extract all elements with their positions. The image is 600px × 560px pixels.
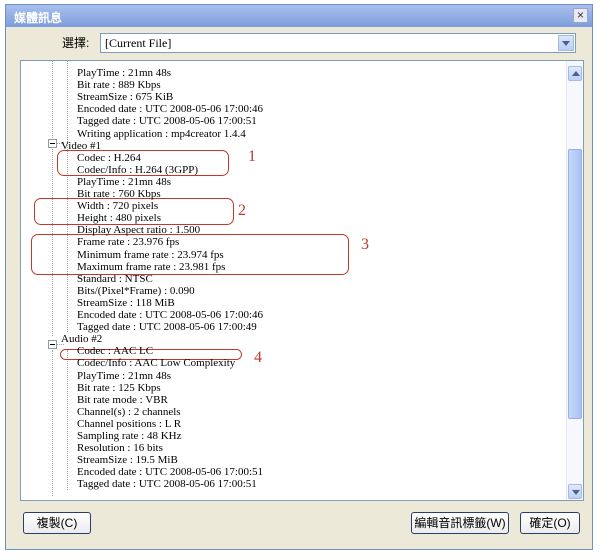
file-selector-value: [Current File]: [105, 36, 172, 50]
tree-row: Tagged date : UTC 2008-05-06 17:00:51: [77, 478, 257, 490]
tree-row: Bit rate : 125 Kbps: [77, 382, 161, 394]
tree-row: Encoded date : UTC 2008-05-06 17:00:46: [77, 103, 264, 115]
tree-row: StreamSize : 675 KiB: [77, 91, 174, 103]
tree-row: Codec/Info : AAC Low Complexity: [77, 357, 236, 369]
vertical-scrollbar[interactable]: [566, 61, 583, 500]
tree-row: Codec : H.264: [77, 152, 141, 164]
tree-row: Tagged date : UTC 2008-05-06 17:00:49: [77, 321, 257, 333]
tree-row: Codec : AAC LC: [77, 345, 154, 357]
tree-row: Bit rate : 889 Kbps: [77, 79, 161, 91]
window-title: 媒體訊息: [14, 11, 63, 25]
tree-row: Bit rate mode : VBR: [77, 394, 168, 406]
tree-row: Standard : NTSC: [77, 273, 153, 285]
callout-3: 3: [361, 236, 369, 253]
scroll-up-button[interactable]: [568, 66, 582, 81]
tree-row: Frame rate : 23.976 fps: [77, 236, 180, 248]
tree-row: Bit rate : 760 Kbps: [77, 188, 161, 200]
callout-4: 4: [254, 349, 262, 366]
scroll-down-button[interactable]: [568, 484, 582, 499]
tree-row: Channel positions : L R: [77, 418, 182, 430]
tree-row: Resolution : 16 bits: [77, 442, 163, 454]
tree-row: StreamSize : 118 MiB: [77, 297, 175, 309]
tree-row: Width : 720 pixels: [77, 200, 159, 212]
tree-row: Encoded date : UTC 2008-05-06 17:00:46: [77, 309, 264, 321]
tree-row: Tagged date : UTC 2008-05-06 17:00:51: [77, 115, 257, 127]
tree-row: Sampling rate : 48 KHz: [77, 430, 182, 442]
tree-row: Channel(s) : 2 channels: [77, 406, 181, 418]
media-info-tree[interactable]: 1 2 3 4 PlayTime : 21mn 48s Bit rate : 88…: [20, 60, 584, 501]
audio-expander-icon[interactable]: [48, 340, 57, 349]
edit-audio-tags-button[interactable]: 編輯音訊標籤(W): [411, 512, 509, 534]
tree-row: Bits/(Pixel*Frame) : 0.090: [77, 285, 195, 297]
video-section-header[interactable]: Video #1: [61, 140, 101, 152]
tree-row: Encoded date : UTC 2008-05-06 17:00:51: [77, 466, 264, 478]
close-button[interactable]: ×: [573, 8, 588, 23]
tree-row: Height : 480 pixels: [77, 212, 162, 224]
copy-button[interactable]: 複製(C): [23, 512, 91, 534]
title-bar: 媒體訊息 ×: [6, 5, 592, 27]
tree-row: Maximum frame rate : 23.981 fps: [77, 261, 226, 273]
callout-2: 2: [238, 202, 246, 219]
video-expander-icon[interactable]: [48, 139, 57, 148]
scroll-thumb[interactable]: [568, 149, 582, 419]
tree-row: PlayTime : 21mn 48s: [77, 370, 172, 382]
tree-row: Minimum frame rate : 23.974 fps: [77, 249, 224, 261]
audio-section-header[interactable]: Audio #2: [61, 333, 102, 345]
ok-button[interactable]: 確定(O): [520, 512, 580, 534]
tree-content: 1 2 3 4 PlayTime : 21mn 48s Bit rate : 88…: [21, 61, 566, 500]
tree-row: Codec/Info : H.264 (3GPP): [77, 164, 198, 176]
selector-label: 選擇:: [62, 36, 90, 50]
tree-row: PlayTime : 21mn 48s: [77, 176, 172, 188]
chevron-down-icon[interactable]: [558, 35, 574, 51]
tree-row: Writing application : mp4creator 1.4.4: [77, 128, 246, 140]
tree-row: StreamSize : 19.5 MiB: [77, 454, 178, 466]
callout-1: 1: [248, 148, 256, 165]
tree-row: PlayTime : 21mn 48s: [77, 67, 172, 79]
tree-row: Display Aspect ratio : 1.500: [77, 224, 201, 236]
file-selector-dropdown[interactable]: [Current File]: [100, 33, 576, 53]
